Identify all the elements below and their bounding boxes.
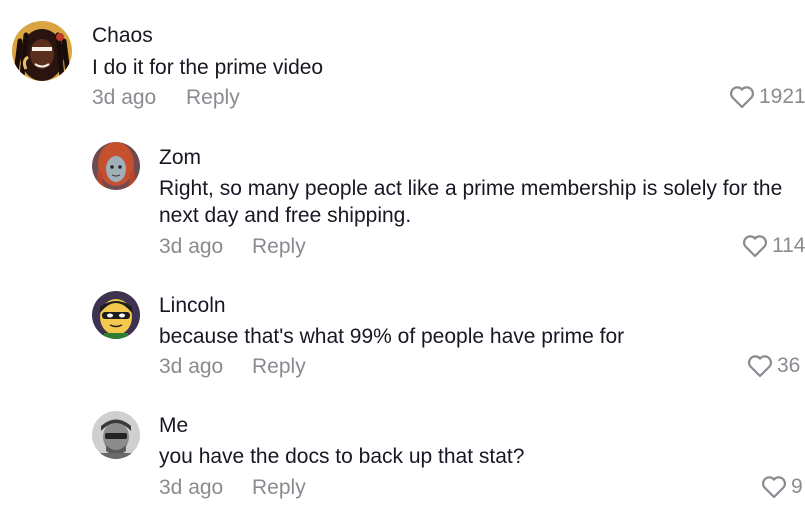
- comment-timestamp: 3d ago: [159, 235, 224, 258]
- comment-timestamp: 3d ago: [159, 476, 224, 499]
- avatar[interactable]: [92, 411, 140, 459]
- like-button[interactable]: 36: [747, 354, 800, 378]
- comment-text: I do it for the prime video: [92, 56, 324, 79]
- like-count: 9: [791, 475, 803, 498]
- like-count: 36: [777, 354, 801, 377]
- reply-button[interactable]: Reply: [252, 476, 306, 500]
- comment-username[interactable]: Lincoln: [159, 294, 226, 318]
- reply-button[interactable]: Reply: [252, 235, 306, 259]
- like-button[interactable]: 114: [742, 234, 805, 258]
- comment-text: you have the docs to back up that stat?: [159, 445, 525, 468]
- red-hair-zombie-avatar-icon: [92, 142, 140, 190]
- comment-text: Right, so many people act like a prime m…: [159, 177, 783, 227]
- like-button[interactable]: 1921: [729, 85, 805, 109]
- heart-icon: [729, 86, 755, 109]
- comment-thread: Chaos I do it for the prime video 3d ago…: [0, 0, 805, 523]
- heart-icon: [742, 235, 768, 258]
- heart-icon: [761, 476, 787, 499]
- heart-icon: [747, 355, 773, 378]
- reply-item: Zom Right, so many people act like a pri…: [0, 125, 805, 265]
- avatar[interactable]: [92, 291, 140, 339]
- comment-username[interactable]: Chaos: [92, 24, 153, 48]
- comment-timestamp: 3d ago: [159, 355, 224, 378]
- reply-item: Lincoln because that's what 99% of peopl…: [0, 265, 805, 385]
- reply-button[interactable]: Reply: [252, 355, 306, 379]
- lego-robin-avatar-icon: [92, 291, 140, 339]
- avatar[interactable]: [92, 142, 140, 190]
- like-count: 1921: [759, 85, 805, 108]
- comment-timestamp: 3d ago: [92, 86, 157, 109]
- grayscale-photo-avatar-icon: [92, 411, 140, 459]
- comment-username[interactable]: Zom: [159, 146, 201, 170]
- like-count: 114: [772, 234, 805, 257]
- reply-button[interactable]: Reply: [186, 86, 240, 110]
- comment-username[interactable]: Me: [159, 414, 188, 438]
- like-button[interactable]: 9: [761, 475, 803, 499]
- reply-item: Me you have the docs to back up that sta…: [0, 385, 805, 523]
- comment-item: Chaos I do it for the prime video 3d ago…: [0, 0, 805, 125]
- avatar[interactable]: [12, 21, 72, 81]
- dreadlocks-avatar-icon: [12, 21, 72, 81]
- comment-text: because that's what 99% of people have p…: [159, 325, 625, 348]
